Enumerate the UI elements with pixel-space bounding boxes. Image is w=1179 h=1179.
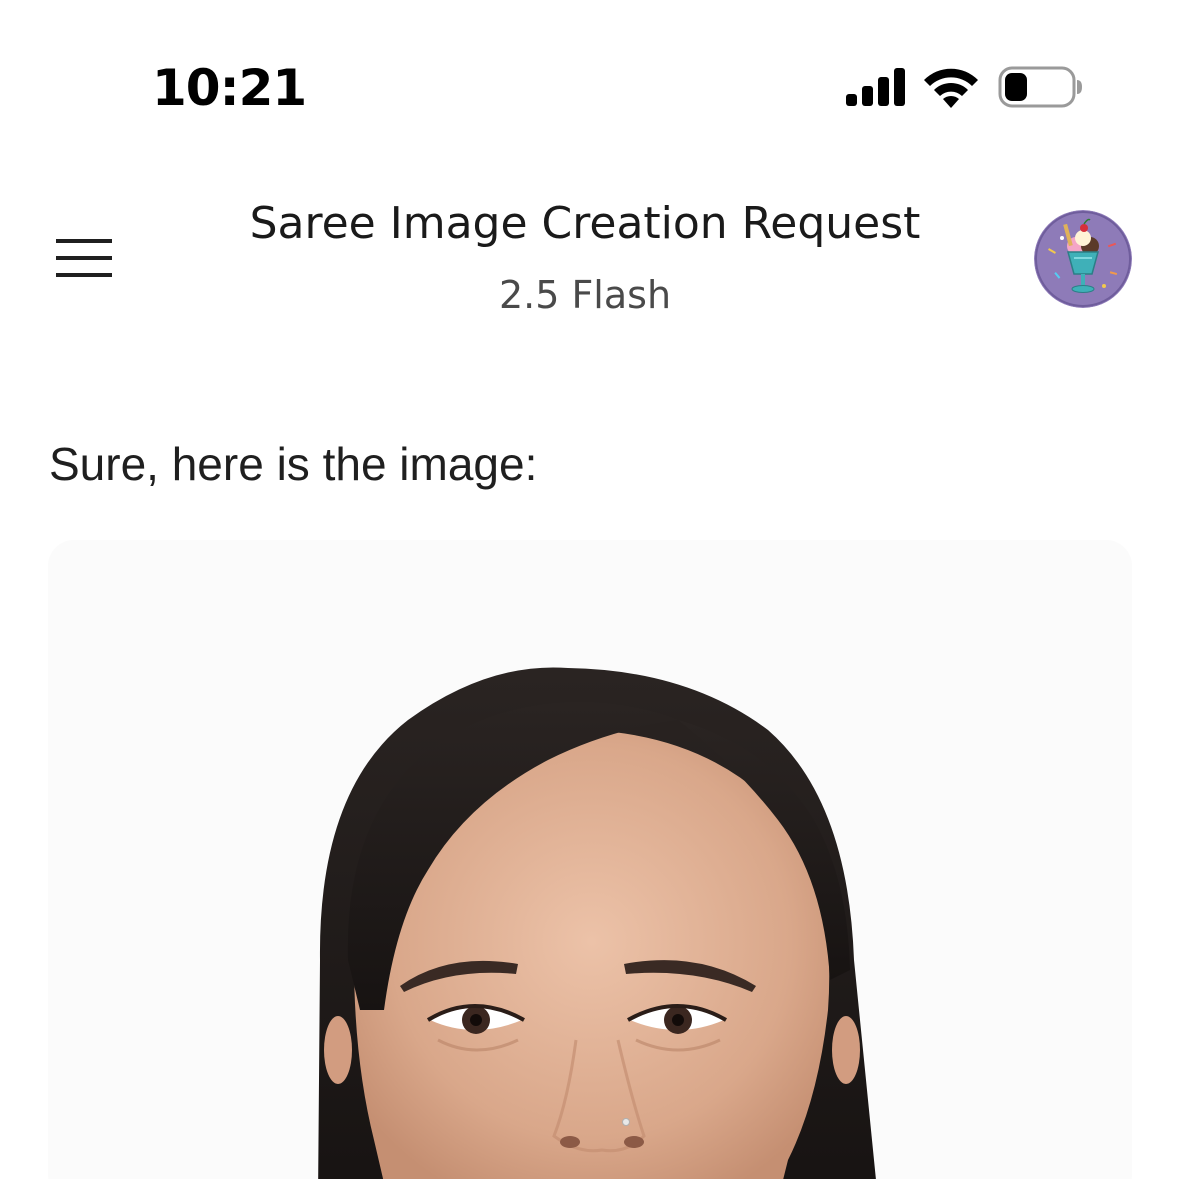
menu-button[interactable] <box>52 230 116 286</box>
hamburger-menu-icon <box>56 239 112 277</box>
app-screen: 10:21 Saree Image Creation Request 2.5 F… <box>0 0 1179 1179</box>
status-time: 10:21 <box>152 59 307 117</box>
wifi-icon <box>924 68 978 108</box>
battery-low-icon <box>998 66 1082 108</box>
sundae-avatar <box>1034 210 1132 308</box>
generated-image[interactable] <box>48 540 1132 1179</box>
model-selector[interactable]: 2.5 Flash <box>190 272 980 318</box>
cellular-signal-icon <box>846 68 905 106</box>
account-avatar[interactable] <box>1034 210 1132 308</box>
model-response-text: Sure, here is the image: <box>49 438 538 490</box>
conversation-title[interactable]: Saree Image Creation Request <box>190 196 980 252</box>
portrait-photo <box>48 540 1132 1179</box>
